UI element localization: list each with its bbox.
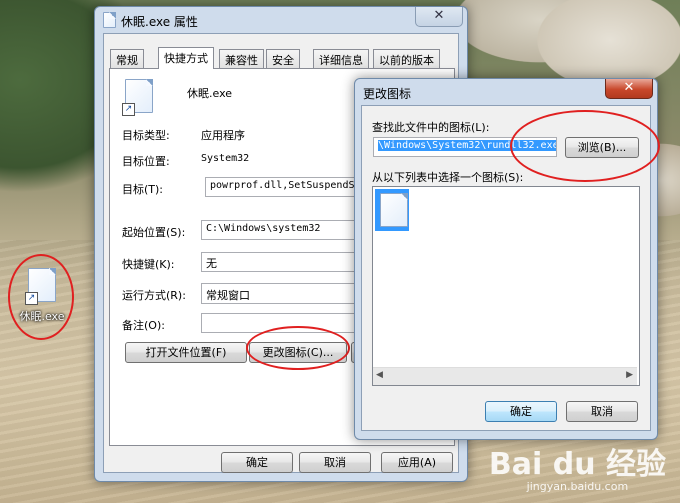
tab-security[interactable]: 安全 (266, 49, 300, 68)
hotkey-label: 快捷键(K): (122, 258, 175, 271)
start-in-label: 起始位置(S): (122, 226, 186, 239)
shortcut-arrow-icon: ↗ (25, 292, 38, 305)
watermark-main: Bai du 经验 (488, 447, 666, 482)
ok-button[interactable]: 确定 (221, 452, 293, 473)
icon-list-scrollbar[interactable]: ◀ ▶ (373, 367, 637, 385)
baidu-watermark: Bai du 经验 jingyan.baidu.com (488, 447, 666, 494)
run-label: 运行方式(R): (122, 289, 186, 302)
properties-title: 休眠.exe 属性 (121, 15, 198, 29)
apply-button[interactable]: 应用(A) (381, 452, 453, 473)
desktop-shortcut-label: 休眠.exe (19, 310, 65, 323)
change-icon-title: 更改图标 (363, 87, 412, 101)
open-file-location-button[interactable]: 打开文件位置(F) (125, 342, 247, 363)
target-type-label: 目标类型: (122, 129, 170, 142)
document-icon (380, 193, 408, 227)
scroll-right-icon[interactable]: ▶ (626, 370, 633, 380)
target-field[interactable]: powrprof.dll,SetSuspendState (205, 177, 355, 197)
run-select[interactable]: 常规窗口 (201, 283, 355, 304)
tab-shortcut[interactable]: 快捷方式 (158, 47, 214, 69)
cancel-button[interactable]: 取消 (299, 452, 371, 473)
change-icon-close-button[interactable]: ✕ (605, 79, 653, 99)
shortcut-arrow-icon: ↗ (122, 103, 135, 116)
browse-button[interactable]: 浏览(B)... (565, 137, 639, 158)
shortcut-file-icon: ↗ (122, 79, 153, 116)
change-icon-ok-button[interactable]: 确定 (485, 401, 557, 422)
change-icon-button[interactable]: 更改图标(C)... (249, 342, 347, 363)
comment-label: 备注(O): (122, 319, 165, 332)
properties-titlebar[interactable]: 休眠.exe 属性 ✕ (95, 7, 467, 33)
title-document-icon (103, 12, 116, 28)
target-label: 目标(T): (122, 183, 164, 196)
start-in-field[interactable]: C:\Windows\system32 (201, 220, 355, 240)
change-icon-cancel-button[interactable]: 取消 (566, 401, 638, 422)
desktop-shortcut[interactable]: ↗ 休眠.exe (14, 268, 70, 324)
find-icons-label: 查找此文件中的图标(L): (372, 121, 490, 134)
icon-list-item-selected[interactable] (375, 189, 409, 231)
tab-previous-versions[interactable]: 以前的版本 (373, 49, 440, 68)
target-type-value: 应用程序 (201, 129, 245, 142)
icon-list[interactable] (372, 186, 640, 386)
tab-general[interactable]: 常规 (110, 49, 144, 68)
shortcut-file-name: 休眠.exe (187, 87, 233, 100)
comment-field[interactable] (201, 313, 355, 333)
hotkey-field[interactable]: 无 (201, 252, 355, 272)
icon-path-field[interactable]: \Windows\System32\rundll32.exe (373, 137, 557, 157)
tab-compatibility[interactable]: 兼容性 (219, 49, 264, 68)
select-icon-label: 从以下列表中选择一个图标(S): (372, 171, 524, 184)
target-location-label: 目标位置: (122, 155, 170, 168)
icon-path-value: \Windows\System32\rundll32.exe (378, 140, 557, 151)
scroll-left-icon[interactable]: ◀ (376, 370, 383, 380)
document-icon: ↗ (25, 268, 56, 305)
change-icon-titlebar[interactable]: 更改图标 ✕ (355, 79, 657, 105)
tab-details[interactable]: 详细信息 (313, 49, 369, 68)
change-icon-dialog: 更改图标 ✕ 查找此文件中的图标(L): \Windows\System32\r… (354, 78, 658, 440)
properties-close-button[interactable]: ✕ (415, 7, 463, 27)
target-location-value: System32 (201, 153, 250, 164)
